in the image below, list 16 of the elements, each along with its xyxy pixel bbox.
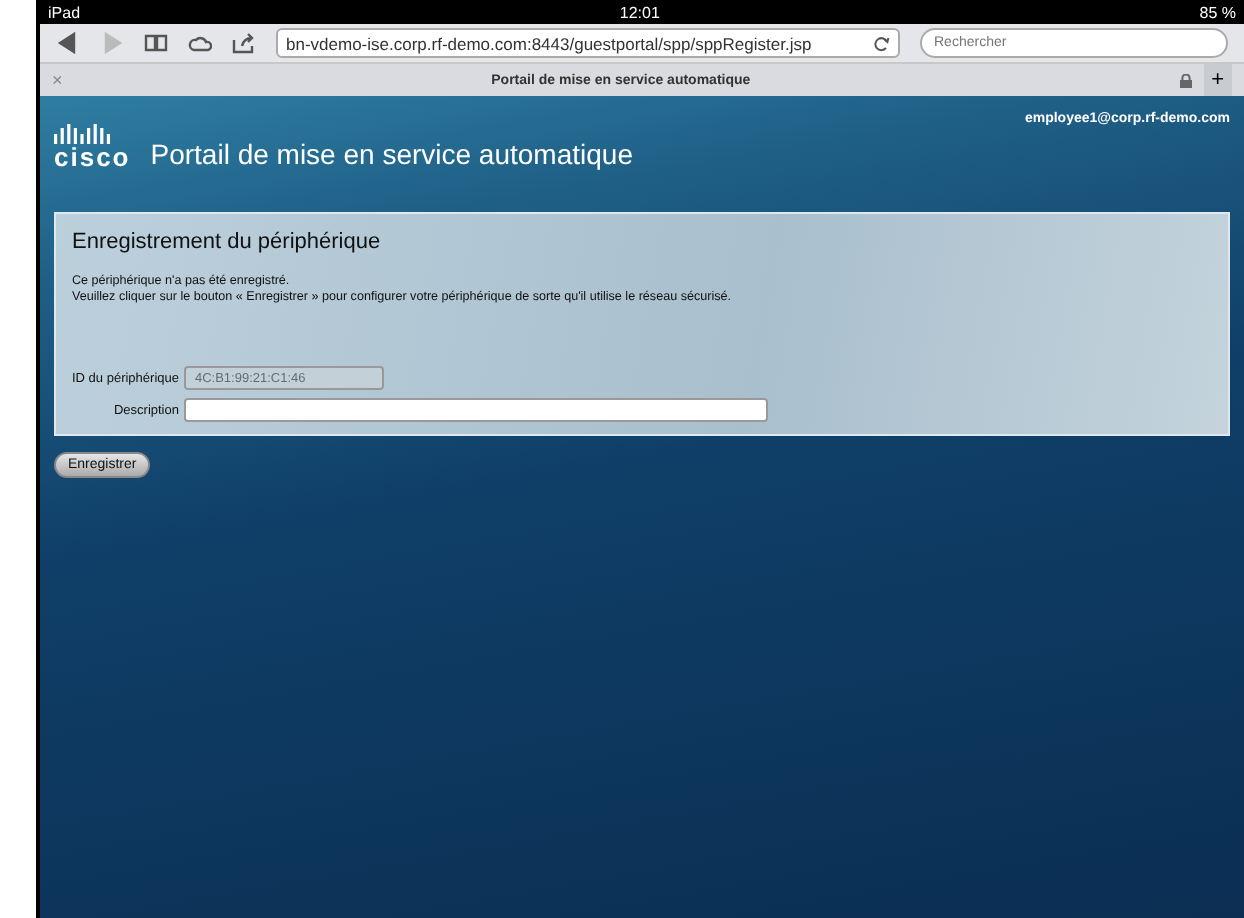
battery-level: 85 %	[1199, 3, 1236, 21]
logo-bars-icon	[54, 124, 114, 144]
cloud-icon[interactable]	[188, 32, 212, 54]
device-name: iPad	[48, 3, 81, 21]
address-field[interactable]: bn-vdemo-ise.corp.rf-demo.com:8443/guestportal/spp/sppRegister.jsp	[276, 28, 900, 58]
book-icon[interactable]	[144, 32, 168, 54]
input-field[interactable]	[184, 398, 769, 422]
lock-icon	[1179, 73, 1192, 87]
back-icon[interactable]	[56, 32, 80, 54]
share-icon[interactable]	[232, 32, 256, 54]
new-tab-button[interactable]: +	[1203, 64, 1232, 96]
reload-icon[interactable]	[874, 35, 890, 51]
portal-title: Portail de mise en service automatique	[150, 138, 633, 170]
panel-title: Enregistrement du périphérique	[72, 230, 383, 254]
logo-text: cisco	[54, 144, 131, 170]
clock-time: 12:01	[619, 3, 660, 21]
